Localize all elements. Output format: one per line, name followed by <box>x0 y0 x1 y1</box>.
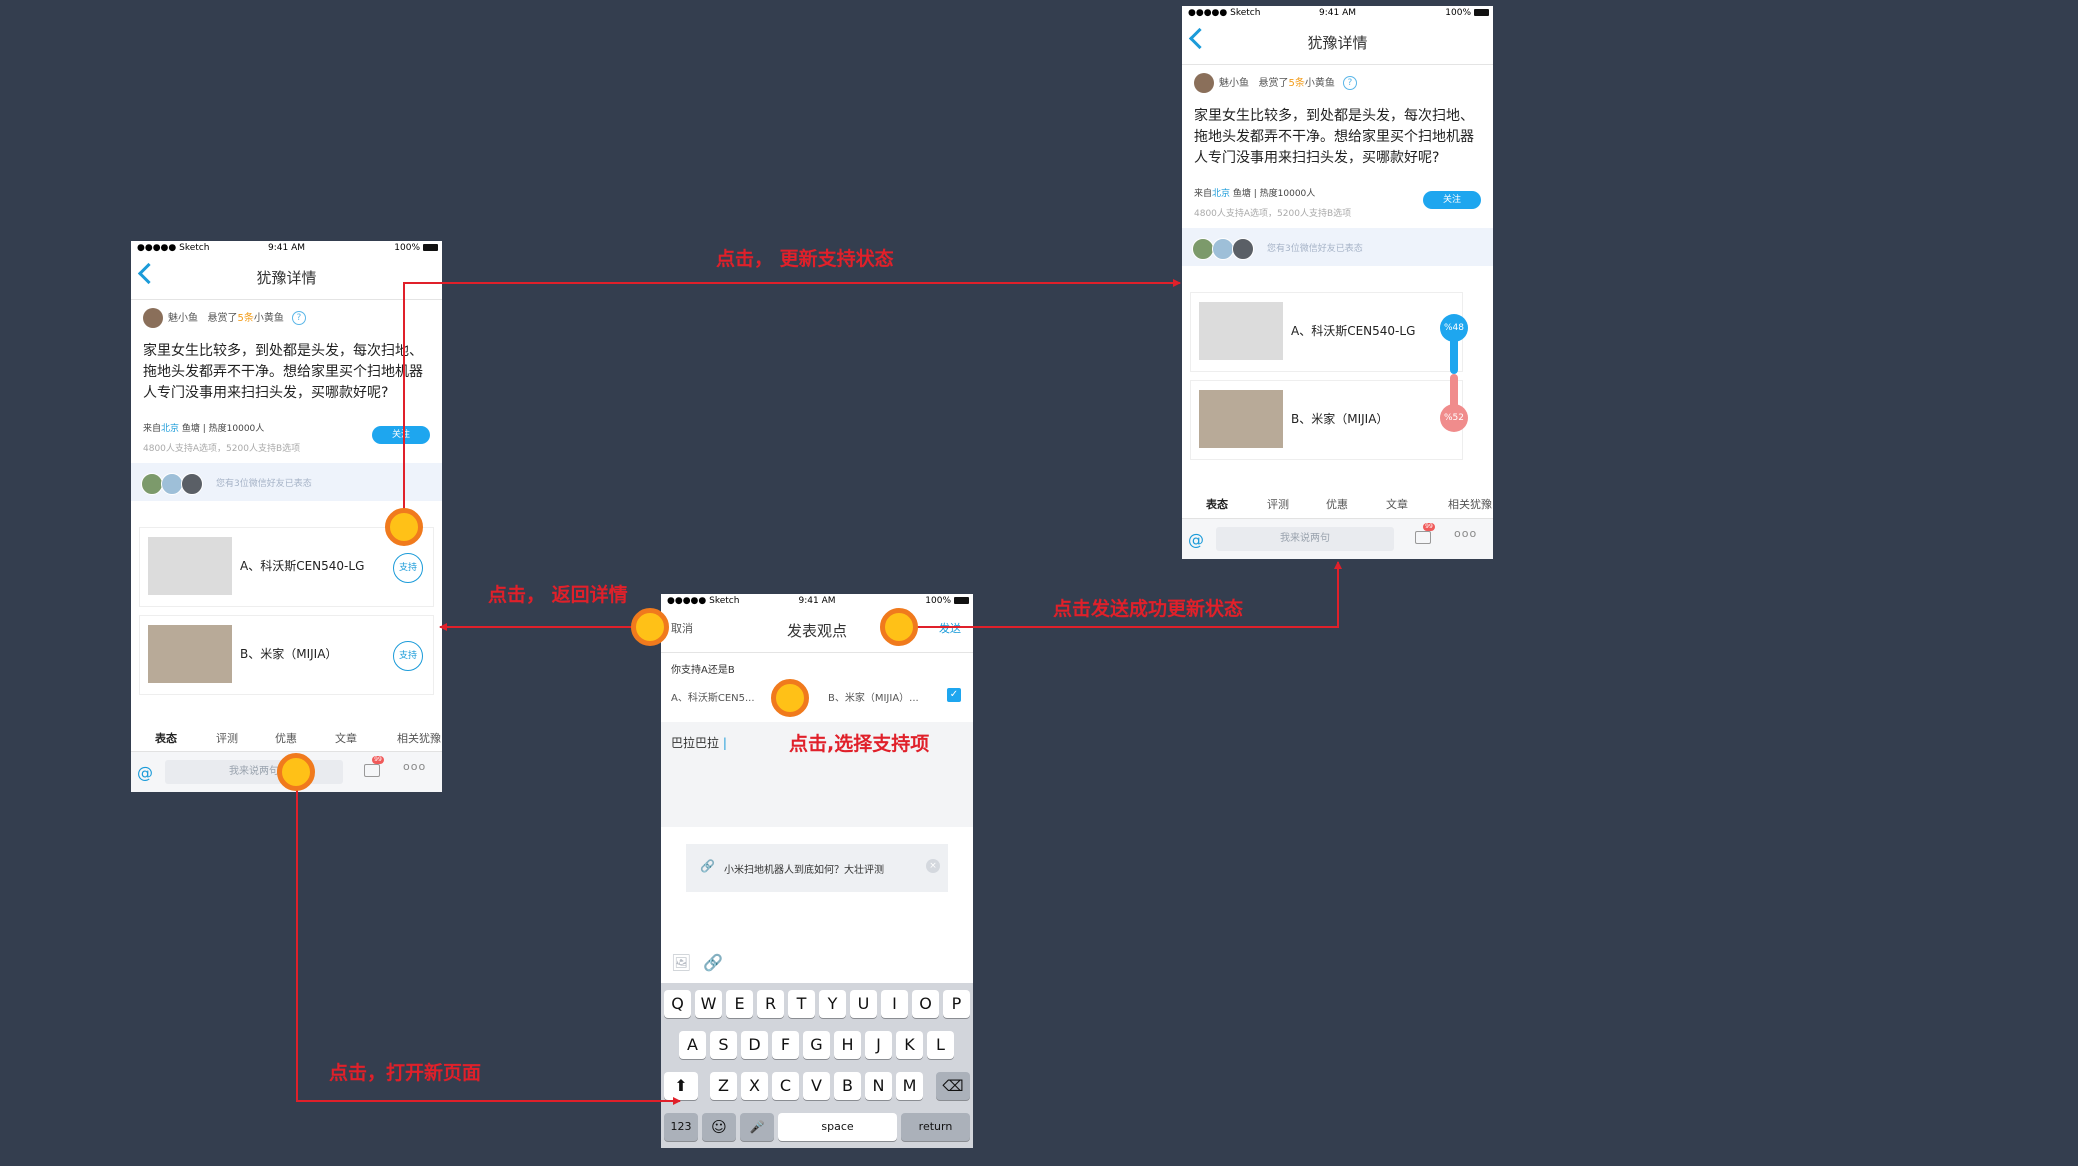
annotation-back-detail: 点击， 返回详情 <box>488 584 628 606</box>
annotation-send-success: 点击发送成功更新状态 <box>1053 598 1244 620</box>
annotation-select-option: 点击,选择支持项 <box>789 733 930 755</box>
arrow-update-support <box>403 279 1181 524</box>
tap-marker <box>771 679 809 717</box>
tap-marker <box>631 608 669 646</box>
tap-marker <box>277 753 315 791</box>
flow-arrows <box>296 279 1342 1105</box>
annotation-open-page: 点击，打开新页面 <box>329 1062 482 1084</box>
tap-marker <box>385 508 423 546</box>
annotation-update-support: 点击， 更新支持状态 <box>716 248 894 270</box>
tap-marker <box>880 608 918 646</box>
arrow-open-page <box>296 773 681 1105</box>
